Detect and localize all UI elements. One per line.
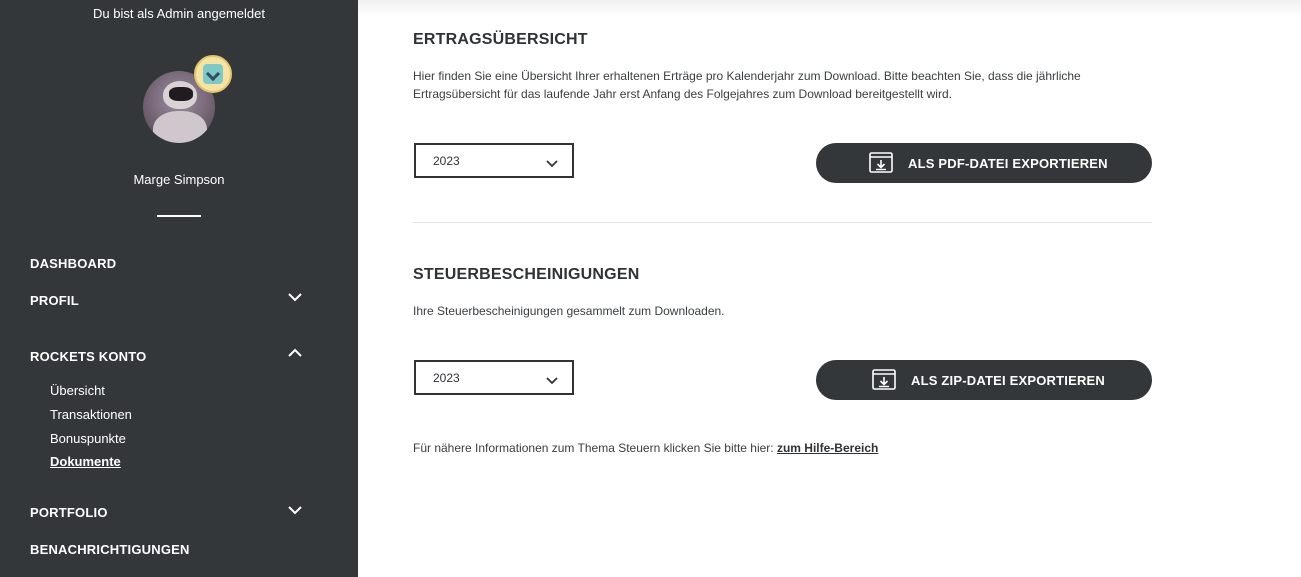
ertrag-description-line1: Hier finden Sie eine Übersicht Ihrer erh…	[413, 69, 1081, 83]
chevron-down-icon	[546, 156, 558, 174]
steuer-description: Ihre Steuerbescheinigungen gesammelt zum…	[413, 304, 725, 318]
ertrag-year-select[interactable]: 2023	[414, 143, 574, 178]
admin-note: Du bist als Admin angemeldet	[93, 6, 265, 21]
nav-rockets-konto[interactable]: ROCKETS KONTO	[30, 349, 146, 364]
steuer-year-value: 2023	[433, 371, 460, 385]
sub-item-uebersicht[interactable]: Übersicht	[50, 383, 105, 398]
rank-badge-icon	[194, 55, 232, 93]
help-link[interactable]: zum Hilfe-Bereich	[777, 441, 878, 455]
ertrag-year-value: 2023	[433, 154, 460, 168]
chevron-up-icon[interactable]	[288, 346, 302, 360]
username: Marge Simpson	[133, 172, 225, 187]
sidebar: Du bist als Admin angemeldet Marge Simps…	[0, 0, 358, 577]
chevron-down-icon	[546, 373, 558, 391]
help-text: Für nähere Informationen zum Thema Steue…	[413, 441, 777, 455]
section-title-ertrag: ERTRAGSÜBERSICHT	[413, 31, 588, 48]
section-divider	[413, 222, 1152, 223]
help-line: Für nähere Informationen zum Thema Steue…	[413, 441, 878, 455]
nav-profil[interactable]: PROFIL	[30, 293, 79, 308]
download-icon	[872, 369, 896, 390]
export-zip-label: ALS ZIP-DATEI EXPORTIEREN	[911, 373, 1105, 388]
ertrag-description-line2: Ertragsübersicht für das laufende Jahr e…	[413, 87, 952, 101]
nav-benachrichtigungen[interactable]: BENACHRICHTIGUNGEN	[30, 542, 190, 557]
chevron-down-icon[interactable]	[288, 290, 302, 304]
download-icon	[869, 152, 893, 173]
main-content: ERTRAGSÜBERSICHT Hier finden Sie eine Üb…	[358, 0, 1301, 577]
export-pdf-label: ALS PDF-DATEI EXPORTIEREN	[908, 156, 1108, 171]
section-title-steuer: STEUERBESCHEINIGUNGEN	[413, 266, 640, 283]
nav-dashboard[interactable]: DASHBOARD	[30, 256, 116, 271]
nav-portfolio[interactable]: PORTFOLIO	[30, 505, 108, 520]
export-pdf-button[interactable]: ALS PDF-DATEI EXPORTIEREN	[816, 143, 1152, 183]
export-zip-button[interactable]: ALS ZIP-DATEI EXPORTIEREN	[816, 360, 1152, 400]
name-divider	[157, 215, 201, 217]
chevron-down-icon[interactable]	[288, 503, 302, 517]
sub-item-transaktionen[interactable]: Transaktionen	[50, 407, 132, 422]
steuer-year-select[interactable]: 2023	[414, 360, 574, 395]
sub-item-dokumente[interactable]: Dokumente	[50, 454, 121, 469]
sub-item-bonuspunkte[interactable]: Bonuspunkte	[50, 431, 126, 446]
